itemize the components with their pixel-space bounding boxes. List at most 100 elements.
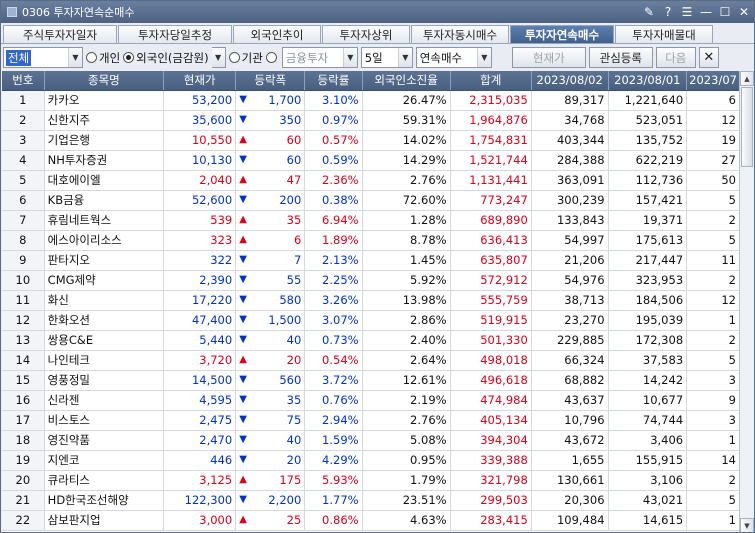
mode-select[interactable]: 연속매수 ▼ (415, 47, 492, 68)
tab-2[interactable]: 투자자당일추정 (118, 25, 232, 43)
sum-value: 773,247 (450, 190, 532, 211)
tab-5[interactable]: 투자자동시매수 (411, 25, 509, 43)
pin-icon[interactable]: ✎ (640, 3, 658, 21)
sum-value: 555,759 (450, 290, 532, 311)
column-header[interactable]: 종목명 (44, 71, 165, 91)
foreign-exhaustion-rate: 4.63% (362, 510, 451, 531)
help-icon[interactable]: ? (659, 3, 677, 21)
scroll-thumb[interactable] (741, 87, 753, 167)
chevron-down-icon[interactable]: ▼ (342, 48, 357, 67)
radio-dot[interactable] (265, 52, 277, 63)
chevron-down-icon[interactable]: ▼ (397, 48, 412, 67)
market-select[interactable]: 전체 ▼ (3, 47, 83, 68)
column-header[interactable]: 2023/07 (686, 71, 740, 91)
triangle-down-icon: ▼ (239, 413, 247, 425)
change-rate: 2.13% (304, 250, 363, 271)
foreign-type-dropdown[interactable]: ▼ (211, 47, 226, 68)
change-amount: ▼ 200 (235, 190, 306, 211)
change-value: 1,500 (268, 313, 302, 327)
table-row[interactable]: 12 한화오션 47,400 ▼ 1,500 3.07% 2.86% 519,915 23,27… (2, 310, 740, 331)
column-header[interactable]: 등락폭 (235, 71, 306, 91)
sum-value: 283,415 (450, 510, 532, 531)
change-amount: ▲ 6 (235, 230, 306, 251)
title-bar: 0306 투자자연속순매수 ✎ ? ☰ — ☐ ✕ (1, 1, 754, 23)
tab-3[interactable]: 외국인추이 (233, 25, 321, 43)
institution-type-select[interactable]: 금융투자 ▼ (281, 47, 358, 68)
column-header[interactable]: 외국인소진율 (362, 71, 451, 91)
menu-icon[interactable]: ☰ (678, 3, 696, 21)
sum-value: 636,413 (450, 230, 532, 251)
sum-value: 405,134 (450, 410, 532, 431)
current-price-button[interactable]: 현재가 (511, 47, 586, 68)
table-row[interactable]: 9 판타지오 322 ▼ 7 2.13% 1.45% 635,807 21,206 217,447… (2, 250, 740, 271)
table-row[interactable]: 13 쌍용C&E 5,440 ▼ 40 0.73% 2.40% 501,330 229,885 1… (2, 330, 740, 351)
column-header[interactable]: 등락률 (304, 71, 363, 91)
table-row[interactable]: 5 대호에이엘 2,040 ▲ 47 2.36% 2.76% 1,131,441 363,091… (2, 170, 740, 191)
table-row[interactable]: 1 카카오 53,200 ▼ 1,700 3.10% 26.47% 2,315,035 89,3… (2, 90, 740, 111)
radio-institution[interactable]: 기관 (228, 50, 263, 66)
radio-dot-selected[interactable] (123, 52, 135, 63)
day-value: 1 (686, 310, 740, 331)
chevron-down-icon[interactable]: ▼ (68, 48, 82, 67)
table-row[interactable]: 4 NH투자증권 10,130 ▼ 60 0.59% 14.29% 1,521,744 284,… (2, 150, 740, 171)
table-row[interactable]: 3 기업은행 10,550 ▲ 60 0.57% 14.02% 1,754,831 403,34… (2, 130, 740, 151)
radio-dot[interactable] (86, 52, 97, 63)
day-value: 130,661 (531, 470, 609, 491)
table-row[interactable]: 6 KB금융 52,600 ▼ 200 0.38% 72.60% 773,247 300,239… (2, 190, 740, 211)
radio-institution-type[interactable] (265, 52, 279, 63)
column-header[interactable]: 2023/08/01 (608, 71, 688, 91)
change-rate: 5.93% (304, 470, 363, 491)
tab-7[interactable]: 투자자매물대 (615, 25, 713, 43)
change-rate: 3.10% (304, 90, 363, 111)
table-row[interactable]: 11 화신 17,220 ▼ 580 3.26% 13.98% 555,759 38,713 18… (2, 290, 740, 311)
current-price: 35,600 (163, 110, 237, 131)
row-number: 7 (2, 210, 45, 231)
period-select[interactable]: 5일 ▼ (360, 47, 413, 68)
foreign-exhaustion-rate: 2.40% (362, 330, 451, 351)
table-row[interactable]: 15 영풍정밀 14,500 ▼ 560 3.72% 12.61% 496,618 68,882… (2, 370, 740, 391)
current-price: 4,595 (163, 390, 237, 411)
close-icon[interactable]: ✕ (698, 47, 719, 68)
table-row[interactable]: 19 지엔코 446 ▼ 20 4.29% 0.95% 339,388 1,655 155,915… (2, 450, 740, 471)
chevron-down-icon[interactable]: ▼ (476, 48, 491, 67)
radio-individual[interactable]: 개인 (86, 50, 120, 66)
table-row[interactable]: 7 휴림네트웍스 539 ▲ 35 6.94% 1.28% 689,890 133,843 19,… (2, 210, 740, 231)
tab-6[interactable]: 투자자연속매수 (510, 25, 614, 43)
radio-foreign[interactable]: 외국인(금감원) (123, 50, 209, 66)
table-row[interactable]: 18 영진약품 2,470 ▼ 40 1.59% 5.08% 394,304 43,672 3,4… (2, 430, 740, 451)
stock-name: 기업은행 (44, 130, 165, 151)
table-row[interactable]: 16 신라젠 4,595 ▼ 35 0.76% 2.19% 474,984 43,637 10,6… (2, 390, 740, 411)
column-header[interactable]: 현재가 (163, 71, 237, 91)
chevron-down-icon[interactable]: ▼ (211, 48, 225, 67)
close-icon[interactable]: ✕ (735, 3, 753, 21)
table-row[interactable]: 2 신한지주 35,600 ▼ 350 0.97% 59.31% 1,964,876 34,76… (2, 110, 740, 131)
tab-1[interactable]: 주식투자자일자 (3, 25, 117, 43)
vertical-scrollbar[interactable]: ▲ ▼ (739, 71, 754, 532)
triangle-up-icon: ▲ (239, 473, 247, 485)
radio-dot[interactable] (228, 52, 240, 63)
day-value: 9 (686, 390, 740, 411)
scroll-up-icon[interactable]: ▲ (740, 71, 754, 86)
table-row[interactable]: 8 에스아이리소스 323 ▲ 6 1.89% 8.78% 636,413 54,997 175,… (2, 230, 740, 251)
stock-name: 영풍정밀 (44, 370, 165, 391)
table-row[interactable]: 10 CMG제약 2,390 ▼ 55 2.25% 5.92% 572,912 54,976 32… (2, 270, 740, 291)
watchlist-add-button[interactable]: 관심등록 (588, 47, 653, 68)
scroll-down-icon[interactable]: ▼ (740, 518, 754, 532)
column-header[interactable]: 합계 (450, 71, 532, 91)
column-header[interactable]: 번호 (2, 71, 45, 91)
column-header[interactable]: 2023/08/02 (531, 71, 609, 91)
triangle-up-icon: ▲ (239, 513, 247, 525)
table-row[interactable]: 17 비스토스 2,475 ▼ 75 2.94% 2.76% 405,134 10,796 74,… (2, 410, 740, 431)
table-row[interactable]: 14 나인테크 3,720 ▲ 20 0.54% 2.64% 498,018 66,324 37,… (2, 350, 740, 371)
day-value: 43,672 (531, 430, 609, 451)
row-number: 8 (2, 230, 45, 251)
table-row[interactable]: 22 삼보판지업 3,000 ▲ 25 0.86% 4.63% 283,415 109,484 1… (2, 510, 740, 531)
table-row[interactable]: 21 HD한국조선해양 122,300 ▼ 2,200 1.77% 23.51% 299,50… (2, 490, 740, 511)
day-value: 2 (686, 470, 740, 491)
maximize-icon[interactable]: ☐ (716, 3, 734, 21)
tab-4[interactable]: 투자자상위 (322, 25, 410, 43)
table-row[interactable]: 20 큐라티스 3,125 ▲ 175 5.93% 1.79% 321,798 130,661 3… (2, 470, 740, 491)
next-button[interactable]: 다음 (655, 47, 696, 68)
sum-value: 498,018 (450, 350, 532, 371)
minimize-icon[interactable]: — (697, 3, 715, 21)
